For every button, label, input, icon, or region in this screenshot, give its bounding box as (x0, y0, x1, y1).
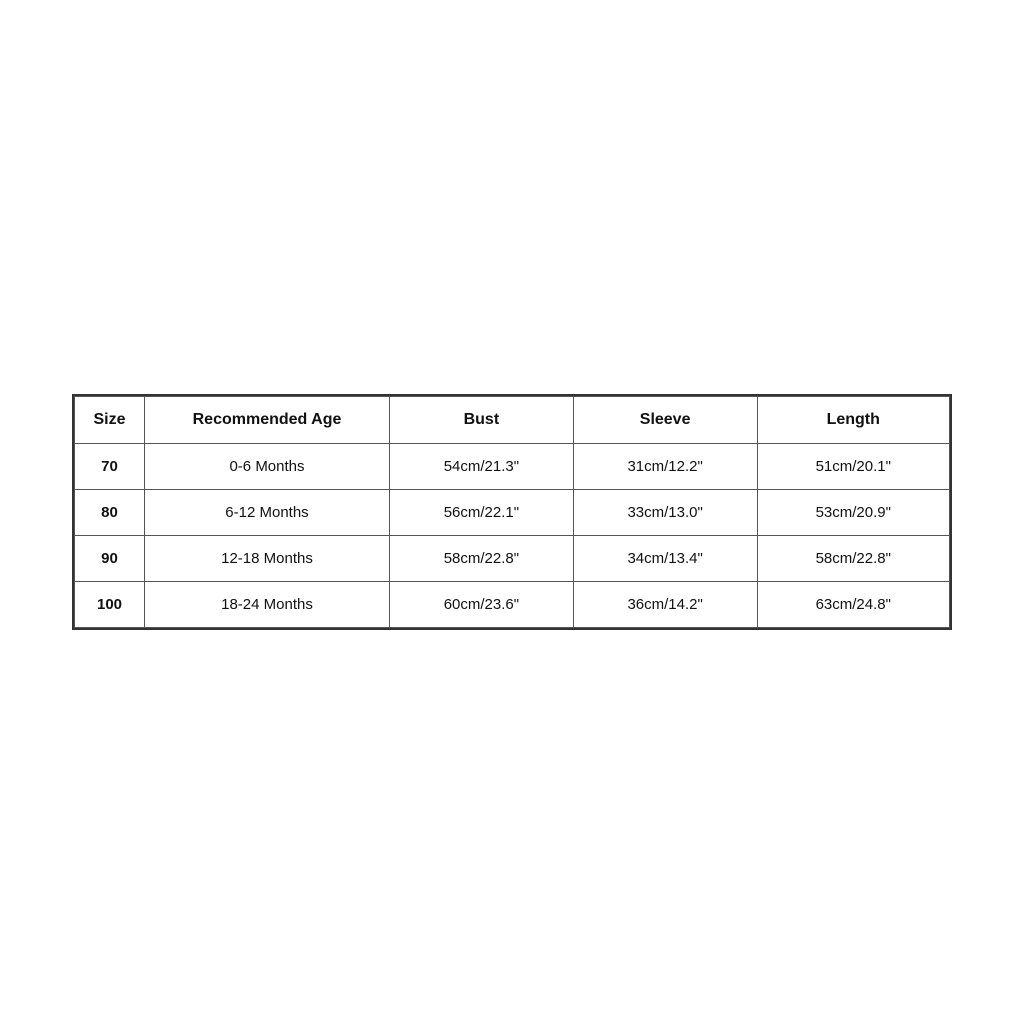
cell-sleeve: 36cm/14.2" (573, 582, 757, 628)
cell-size: 90 (75, 536, 145, 582)
size-chart-container: Size Recommended Age Bust Sleeve Length … (72, 394, 952, 630)
cell-length: 53cm/20.9" (757, 490, 950, 536)
cell-bust: 56cm/22.1" (390, 490, 574, 536)
cell-age: 0-6 Months (145, 444, 390, 490)
cell-length: 58cm/22.8" (757, 536, 950, 582)
table-row: 9012-18 Months58cm/22.8"34cm/13.4"58cm/2… (75, 536, 950, 582)
cell-bust: 58cm/22.8" (390, 536, 574, 582)
cell-bust: 60cm/23.6" (390, 582, 574, 628)
table-row: 10018-24 Months60cm/23.6"36cm/14.2"63cm/… (75, 582, 950, 628)
header-sleeve: Sleeve (573, 397, 757, 444)
header-bust: Bust (390, 397, 574, 444)
header-recommended-age: Recommended Age (145, 397, 390, 444)
cell-sleeve: 33cm/13.0" (573, 490, 757, 536)
table-header-row: Size Recommended Age Bust Sleeve Length (75, 397, 950, 444)
table-row: 806-12 Months56cm/22.1"33cm/13.0"53cm/20… (75, 490, 950, 536)
header-length: Length (757, 397, 950, 444)
cell-age: 6-12 Months (145, 490, 390, 536)
cell-size: 100 (75, 582, 145, 628)
cell-size: 80 (75, 490, 145, 536)
cell-sleeve: 31cm/12.2" (573, 444, 757, 490)
cell-age: 18-24 Months (145, 582, 390, 628)
cell-sleeve: 34cm/13.4" (573, 536, 757, 582)
size-chart-table: Size Recommended Age Bust Sleeve Length … (74, 396, 950, 628)
cell-bust: 54cm/21.3" (390, 444, 574, 490)
table-row: 700-6 Months54cm/21.3"31cm/12.2"51cm/20.… (75, 444, 950, 490)
header-size: Size (75, 397, 145, 444)
cell-length: 51cm/20.1" (757, 444, 950, 490)
cell-length: 63cm/24.8" (757, 582, 950, 628)
cell-size: 70 (75, 444, 145, 490)
cell-age: 12-18 Months (145, 536, 390, 582)
